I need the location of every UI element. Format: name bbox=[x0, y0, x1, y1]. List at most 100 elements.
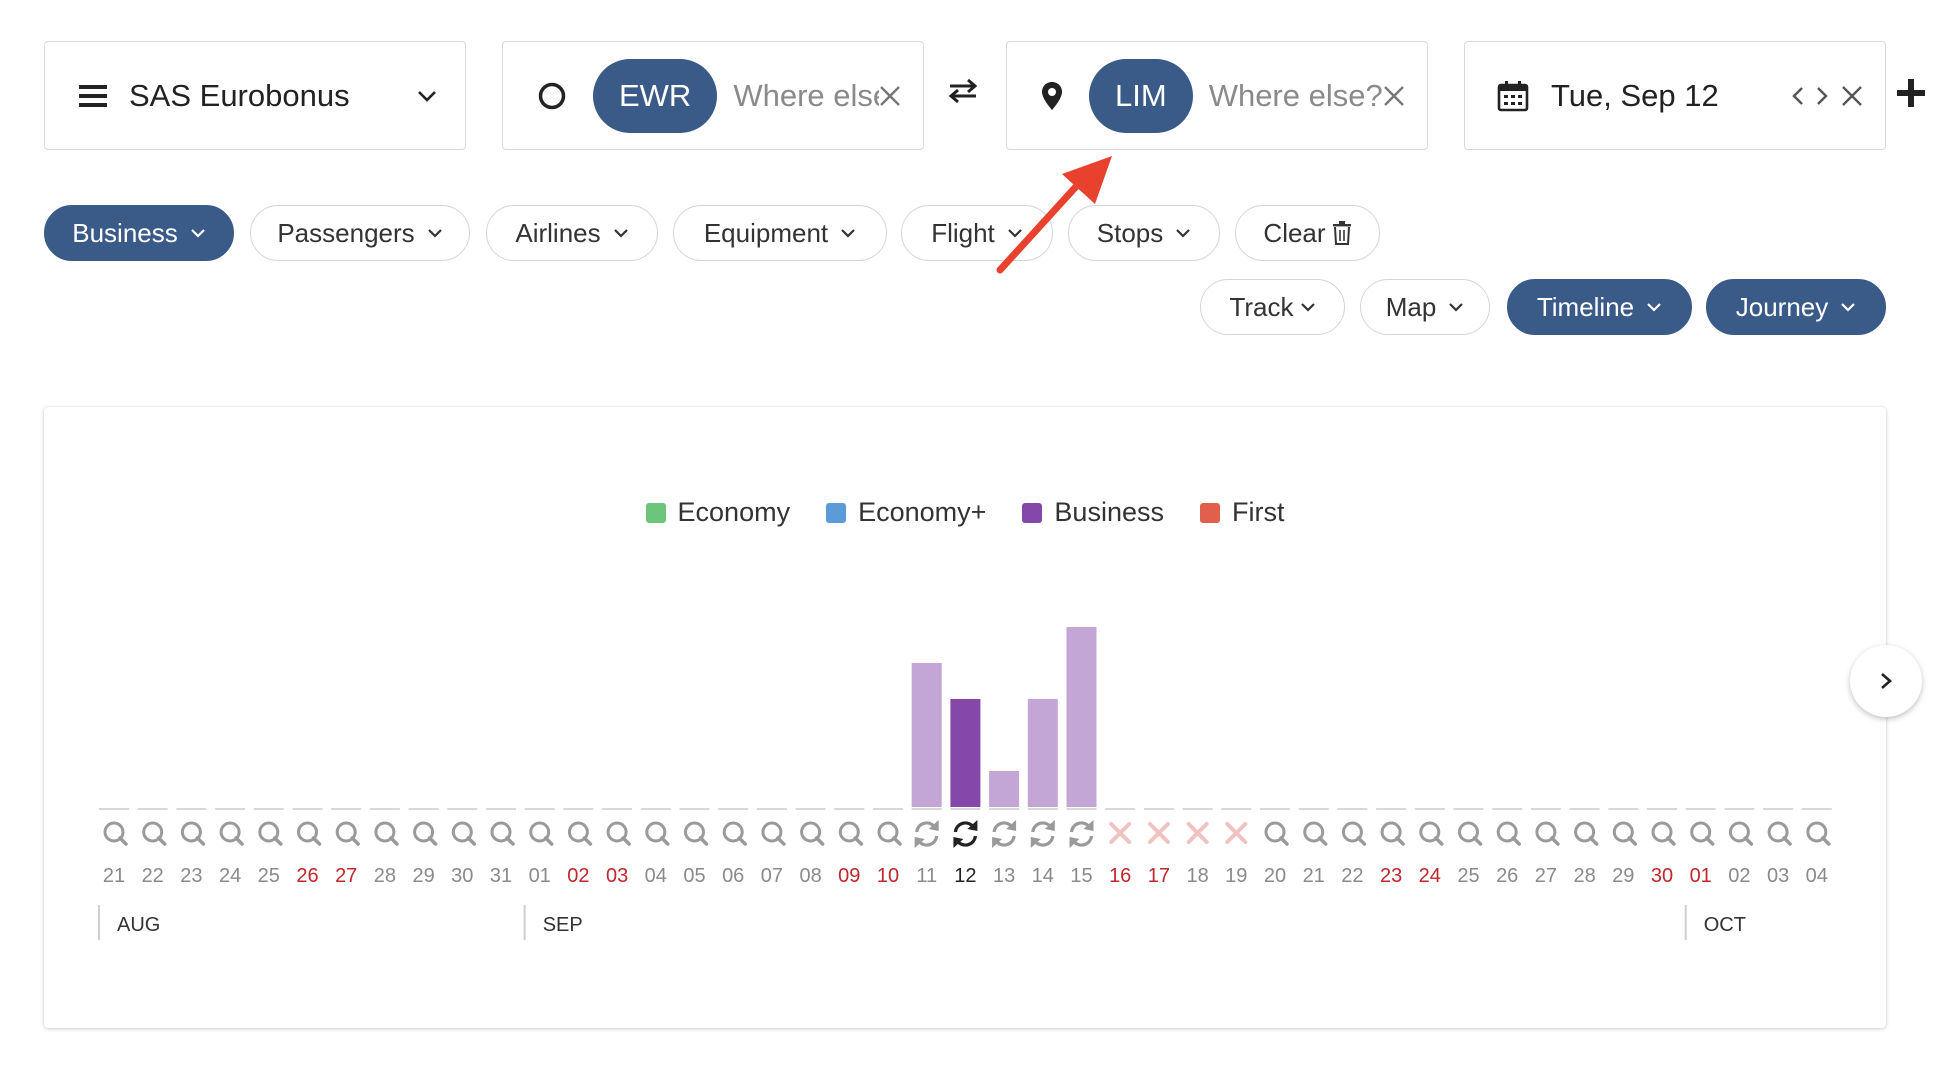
day-label[interactable]: 31 bbox=[490, 865, 512, 887]
day-label[interactable]: 23 bbox=[1380, 865, 1402, 887]
search-icon[interactable] bbox=[1303, 821, 1328, 846]
day-label[interactable]: 28 bbox=[374, 865, 396, 887]
search-icon[interactable] bbox=[838, 821, 864, 846]
search-icon[interactable] bbox=[1767, 821, 1792, 846]
day-label[interactable]: 08 bbox=[799, 865, 821, 887]
search-icon[interactable] bbox=[877, 821, 902, 846]
day-label[interactable]: 16 bbox=[1109, 865, 1131, 887]
search-icon[interactable] bbox=[606, 821, 631, 846]
unavailable-x-icon bbox=[1147, 822, 1170, 844]
day-label[interactable]: 10 bbox=[877, 865, 899, 887]
day-label[interactable]: 27 bbox=[1535, 865, 1557, 887]
day-label[interactable]: 05 bbox=[683, 865, 705, 887]
day-label[interactable]: 17 bbox=[1148, 865, 1170, 887]
refresh-icon[interactable] bbox=[1069, 820, 1094, 848]
day-label[interactable]: 25 bbox=[1457, 865, 1479, 887]
day-label[interactable]: 06 bbox=[722, 865, 744, 887]
day-label[interactable]: 02 bbox=[1728, 865, 1750, 887]
search-icon[interactable] bbox=[1419, 821, 1444, 846]
day-label[interactable]: 21 bbox=[103, 865, 125, 887]
search-icon[interactable] bbox=[219, 821, 244, 846]
refresh-icon[interactable] bbox=[914, 820, 939, 848]
search-icon[interactable] bbox=[1380, 821, 1405, 846]
day-label[interactable]: 01 bbox=[529, 865, 551, 887]
availability-bar[interactable] bbox=[911, 663, 942, 807]
search-icon[interactable] bbox=[1496, 821, 1521, 846]
refresh-icon[interactable] bbox=[953, 820, 978, 848]
search-icon[interactable] bbox=[1264, 821, 1289, 846]
search-icon[interactable] bbox=[1535, 821, 1560, 846]
search-icon[interactable] bbox=[1458, 821, 1483, 846]
day-label[interactable]: 29 bbox=[412, 865, 434, 887]
search-icon[interactable] bbox=[1728, 821, 1754, 846]
day-label[interactable]: 26 bbox=[1496, 865, 1518, 887]
search-icon[interactable] bbox=[451, 821, 477, 846]
search-icon[interactable] bbox=[180, 821, 206, 846]
search-icon[interactable] bbox=[142, 821, 167, 846]
search-icon[interactable] bbox=[258, 821, 283, 846]
timeline-next-button[interactable] bbox=[1850, 645, 1922, 717]
day-label[interactable]: 04 bbox=[1806, 865, 1828, 887]
availability-timeline: 21 22 23 24 25 26 27 28 29 30 31 01 02 03 04 05 06 07 08 09… bbox=[98, 627, 1832, 940]
search-icon[interactable] bbox=[1690, 821, 1715, 846]
day-label[interactable]: 29 bbox=[1612, 865, 1634, 887]
day-label[interactable]: 22 bbox=[142, 865, 164, 887]
day-label[interactable]: 13 bbox=[993, 865, 1015, 887]
unavailable-x-icon bbox=[1186, 822, 1209, 844]
day-label[interactable]: 20 bbox=[1264, 865, 1286, 887]
day-label[interactable]: 24 bbox=[1419, 865, 1441, 887]
day-label[interactable]: 09 bbox=[838, 865, 860, 887]
search-icon[interactable] bbox=[103, 821, 128, 846]
search-icon[interactable] bbox=[761, 821, 786, 846]
day-label[interactable]: 12 bbox=[954, 865, 976, 887]
day-label[interactable]: 03 bbox=[606, 865, 628, 887]
month-label: OCT bbox=[1704, 914, 1746, 936]
day-label[interactable]: 30 bbox=[1651, 865, 1673, 887]
search-icon[interactable] bbox=[1806, 821, 1831, 846]
search-icon[interactable] bbox=[800, 821, 825, 846]
availability-bar[interactable] bbox=[950, 699, 981, 807]
day-label[interactable]: 01 bbox=[1690, 865, 1712, 887]
day-label[interactable]: 04 bbox=[645, 865, 667, 887]
search-icon[interactable] bbox=[297, 821, 322, 846]
search-icon[interactable] bbox=[1612, 821, 1638, 846]
day-label[interactable]: 27 bbox=[335, 865, 357, 887]
day-label[interactable]: 21 bbox=[1303, 865, 1325, 887]
day-label[interactable]: 18 bbox=[1186, 865, 1208, 887]
day-label[interactable]: 24 bbox=[219, 865, 241, 887]
search-icon[interactable] bbox=[1574, 821, 1599, 846]
search-icon[interactable] bbox=[335, 821, 360, 846]
day-label[interactable]: 07 bbox=[761, 865, 783, 887]
day-label[interactable]: 11 bbox=[916, 865, 937, 887]
search-icon[interactable] bbox=[529, 821, 554, 846]
refresh-icon[interactable] bbox=[992, 820, 1017, 848]
day-label[interactable]: 23 bbox=[180, 865, 202, 887]
day-label[interactable]: 15 bbox=[1070, 865, 1092, 887]
search-icon[interactable] bbox=[567, 821, 593, 846]
search-icon[interactable] bbox=[1341, 821, 1367, 846]
availability-bar[interactable] bbox=[1066, 627, 1097, 807]
day-label[interactable]: 30 bbox=[451, 865, 473, 887]
refresh-icon[interactable] bbox=[1030, 820, 1055, 848]
search-icon[interactable] bbox=[374, 821, 399, 846]
unavailable-x-icon bbox=[1225, 822, 1248, 844]
day-label[interactable]: 28 bbox=[1573, 865, 1595, 887]
availability-bar[interactable] bbox=[989, 771, 1020, 807]
day-label[interactable]: 25 bbox=[258, 865, 280, 887]
chevron-right-icon bbox=[1881, 673, 1892, 689]
day-label[interactable]: 14 bbox=[1032, 865, 1054, 887]
availability-bar[interactable] bbox=[1027, 699, 1058, 807]
search-icon[interactable] bbox=[684, 821, 709, 846]
day-label[interactable]: 22 bbox=[1341, 865, 1363, 887]
search-icon[interactable] bbox=[1651, 821, 1676, 846]
search-icon[interactable] bbox=[722, 821, 747, 846]
annotation-arrow-icon bbox=[996, 156, 1112, 274]
day-label[interactable]: 19 bbox=[1225, 865, 1247, 887]
search-icon[interactable] bbox=[645, 821, 670, 846]
search-icon[interactable] bbox=[413, 821, 438, 846]
day-label[interactable]: 02 bbox=[567, 865, 589, 887]
month-label: AUG bbox=[117, 914, 160, 936]
search-icon[interactable] bbox=[490, 821, 515, 846]
day-label[interactable]: 03 bbox=[1767, 865, 1789, 887]
day-label[interactable]: 26 bbox=[296, 865, 318, 887]
